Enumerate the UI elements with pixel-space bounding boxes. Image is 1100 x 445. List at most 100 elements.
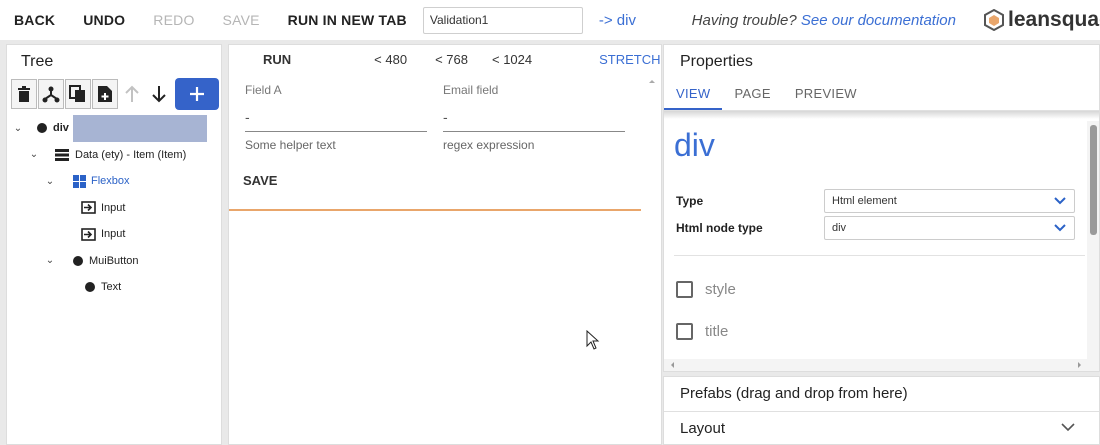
tree-node-data[interactable]: ⌄ Data (ety) - Item (Item) — [7, 142, 221, 169]
chevron-down-icon[interactable]: ⌄ — [27, 149, 41, 160]
run-in-new-tab-button[interactable]: RUN IN NEW TAB — [274, 12, 421, 28]
style-checkbox-label: style — [705, 280, 736, 298]
properties-panel-title: Properties — [680, 53, 753, 70]
documentation-link[interactable]: See our documentation — [801, 12, 956, 29]
file-add-icon — [98, 86, 112, 102]
type-select-value: Html element — [832, 194, 897, 207]
chevron-down-icon[interactable]: ⌄ — [11, 123, 25, 134]
style-checkbox-row[interactable]: style — [664, 268, 1099, 310]
tree-node-label: MuiButton — [89, 254, 139, 267]
copy-node-button[interactable] — [65, 79, 91, 109]
dot-icon — [85, 282, 95, 293]
structure-button[interactable] — [38, 79, 64, 109]
hierarchy-icon — [42, 86, 60, 103]
add-node-button[interactable] — [175, 78, 219, 110]
top-toolbar: BACK UNDO REDO SAVE RUN IN NEW TAB -> di… — [0, 0, 1100, 40]
breakpoint-1024-button[interactable]: < 1024 — [492, 52, 532, 67]
tab-page[interactable]: PAGE — [722, 77, 782, 110]
delete-node-button[interactable] — [11, 79, 37, 109]
scroll-right-arrow-icon — [1078, 362, 1081, 368]
redo-button[interactable]: REDO — [139, 12, 208, 28]
scroll-left-arrow-icon — [671, 362, 674, 368]
chevron-down-icon[interactable] — [1061, 422, 1075, 432]
breakpoint-768-button[interactable]: < 768 — [435, 52, 468, 67]
field-label: Field A — [245, 83, 282, 97]
help-text: Having trouble? See our documentation — [692, 12, 956, 29]
selected-node-heading: div — [674, 127, 715, 163]
node-type-select-value: div — [832, 221, 847, 234]
arrow-up-icon — [125, 85, 139, 102]
breadcrumb[interactable]: -> div — [599, 12, 636, 29]
helper-text: Some helper text — [245, 138, 336, 152]
scroll-up-arrow-icon — [649, 80, 655, 83]
plus-icon — [190, 87, 204, 101]
tree-node-input[interactable]: Input — [7, 195, 221, 222]
tab-preview[interactable]: PREVIEW — [783, 77, 869, 110]
node-type-select[interactable]: div — [824, 215, 1075, 240]
leansquad-logo-icon — [984, 9, 1004, 31]
move-up-button[interactable] — [119, 79, 145, 109]
arrow-down-icon — [152, 86, 166, 103]
tree-node-input[interactable]: Input — [7, 221, 221, 248]
chevron-down-icon[interactable]: ⌄ — [43, 176, 57, 187]
input-icon — [81, 201, 96, 215]
style-checkbox[interactable] — [676, 280, 693, 298]
tree-node-text[interactable]: Text — [7, 274, 221, 301]
help-text-label: Having trouble? — [691, 11, 801, 29]
back-button[interactable]: BACK — [0, 12, 69, 28]
title-checkbox-row[interactable]: title — [664, 310, 1099, 352]
logo-text: leansquad — [1008, 8, 1100, 31]
type-select[interactable]: Html element — [824, 188, 1075, 213]
prefabs-panel-title: Prefabs (drag and drop from here) — [680, 385, 908, 402]
type-label: Type — [676, 193, 704, 208]
paste-node-button[interactable] — [92, 79, 118, 109]
tree-node-label: Input — [101, 201, 126, 214]
properties-horizontal-scrollbar[interactable] — [664, 359, 1099, 371]
scrollbar-thumb[interactable] — [1090, 125, 1097, 235]
tab-view[interactable]: VIEW — [664, 77, 723, 110]
tabs-shadow — [664, 111, 1099, 119]
chevron-down-icon — [1054, 223, 1066, 231]
save-button[interactable]: SAVE — [209, 12, 274, 28]
tree-node-label: Text — [101, 281, 122, 294]
preview-form: Field A - Some helper text Email field -… — [229, 73, 661, 203]
field-value[interactable]: - — [443, 109, 625, 132]
flexbox-icon — [73, 174, 86, 188]
properties-panel: Properties VIEW PAGE PREVIEW div Type Ht… — [663, 44, 1100, 372]
properties-vertical-scrollbar[interactable] — [1087, 121, 1099, 361]
prefabs-panel: Prefabs (drag and drop from here) Layout — [663, 376, 1100, 445]
breakpoint-bar: RUN < 480 < 768 < 1024 STRETCH — [229, 45, 661, 73]
tree-toolbar — [7, 77, 221, 111]
stretch-button[interactable]: STRETCH — [599, 52, 660, 67]
breakpoint-480-button[interactable]: < 480 — [374, 52, 407, 67]
data-icon — [55, 148, 69, 161]
chevron-down-icon — [1054, 196, 1066, 204]
tree-node-div[interactable]: ⌄ div — [7, 115, 221, 142]
email-field[interactable]: Email field - regex expression — [443, 83, 625, 152]
drop-indicator-line — [229, 209, 641, 211]
dot-icon — [37, 123, 47, 134]
properties-tabs: VIEW PAGE PREVIEW — [664, 77, 1099, 111]
workspace: Tree ⌄ div ⌄ Data (ety) - Item (Item) ⌄ … — [0, 40, 1100, 445]
field-value[interactable]: - — [245, 109, 427, 132]
logo: leansquad — [984, 8, 1100, 32]
field-a[interactable]: Field A - Some helper text — [245, 83, 427, 152]
undo-button[interactable]: UNDO — [69, 12, 139, 28]
helper-text: regex expression — [443, 138, 535, 152]
component-name-input[interactable] — [422, 6, 583, 34]
type-row: Type Html element — [664, 187, 1099, 214]
preview-save-button[interactable]: SAVE — [243, 173, 277, 188]
title-checkbox-label: title — [705, 322, 729, 340]
tree-node-muibutton[interactable]: ⌄ MuiButton — [7, 248, 221, 275]
copy-icon — [69, 85, 85, 102]
prefabs-layout-section[interactable]: Layout — [664, 411, 1099, 444]
node-type-label: Html node type — [676, 220, 763, 235]
canvas-scrollbar[interactable] — [643, 73, 661, 444]
run-button[interactable]: RUN — [263, 52, 291, 67]
title-checkbox[interactable] — [676, 322, 693, 340]
chevron-down-icon[interactable]: ⌄ — [43, 255, 57, 266]
tree-panel-title: Tree — [21, 53, 54, 70]
tree-node-flexbox[interactable]: ⌄ Flexbox — [7, 168, 221, 195]
move-down-button[interactable] — [146, 79, 172, 109]
mouse-cursor-icon — [586, 330, 600, 350]
